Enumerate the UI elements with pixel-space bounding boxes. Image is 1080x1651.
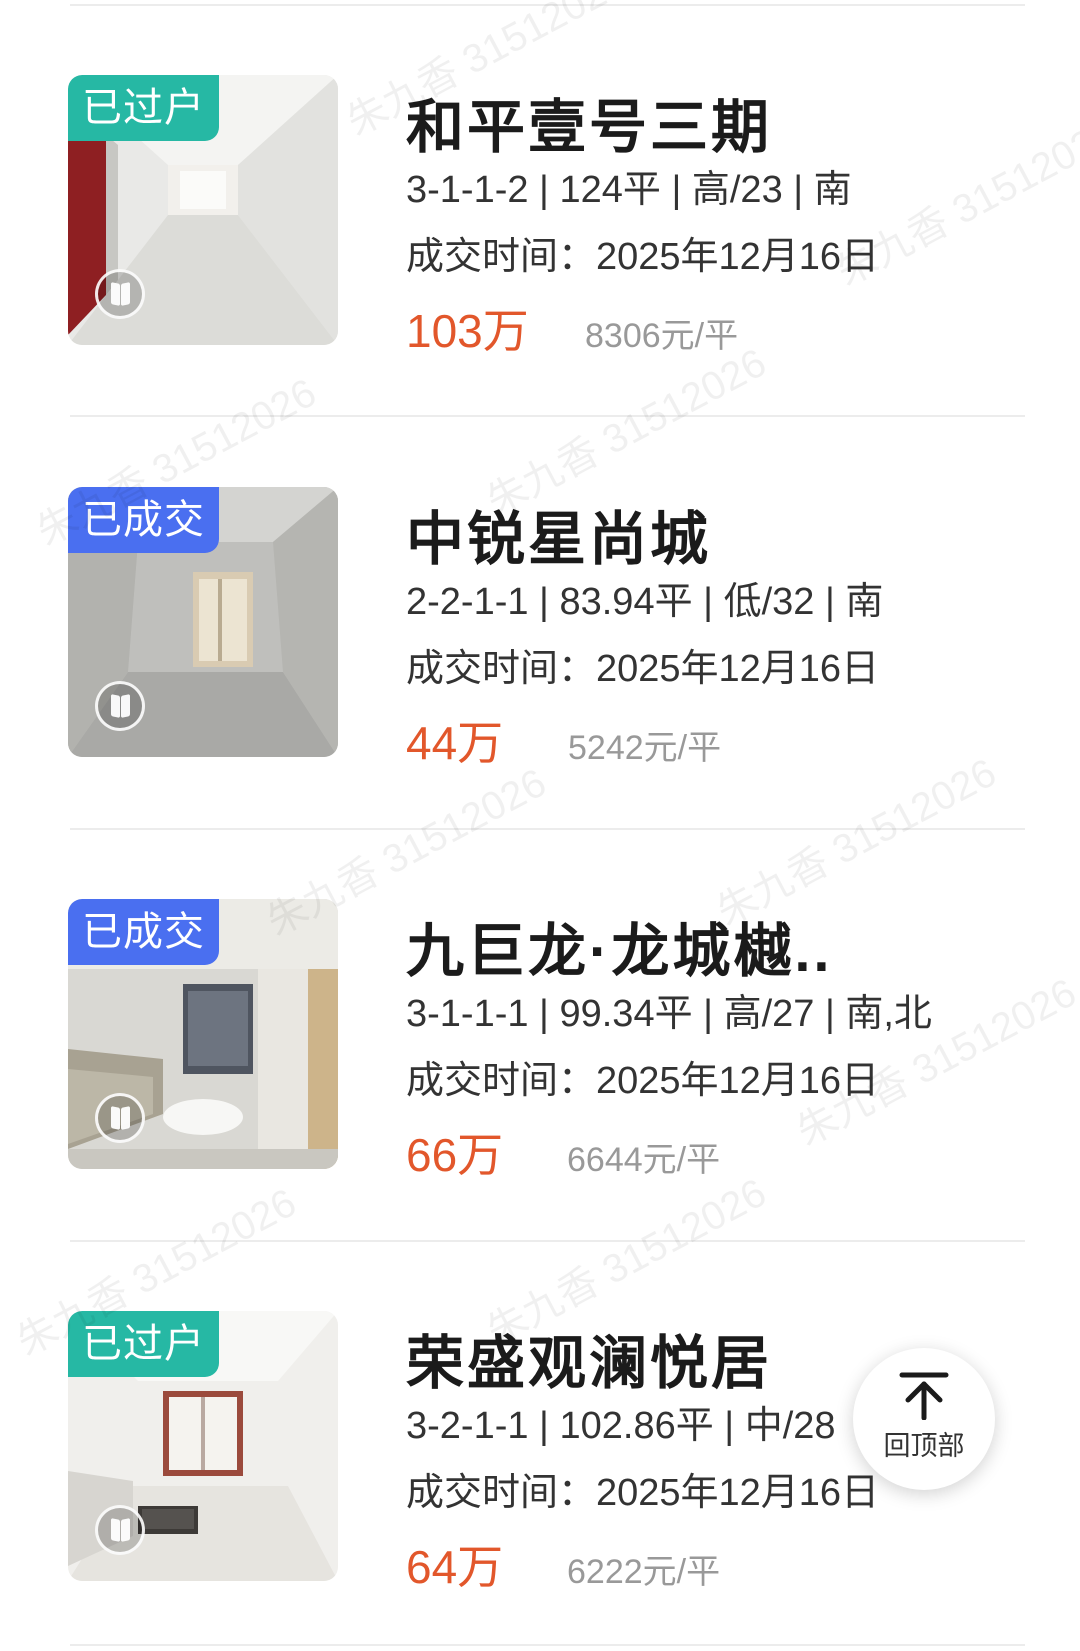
divider — [70, 1240, 1025, 1242]
unit-price: 8306元/平 — [585, 317, 739, 355]
divider — [70, 415, 1025, 417]
listing-photo[interactable]: 已过户 — [68, 1311, 338, 1581]
listing-specs: 3-1-1-2 | 124平 | 高/23 | 南 — [406, 169, 852, 211]
divider — [70, 1644, 1025, 1646]
back-to-top-button[interactable]: 回顶部 — [853, 1348, 995, 1490]
total-price: 66万 — [406, 1129, 504, 1181]
status-tag: 已过户 — [68, 75, 219, 141]
community-name: 中锐星尚城 — [406, 507, 712, 572]
listing-photo[interactable]: 已过户 — [68, 75, 338, 345]
total-price: 44万 — [406, 717, 504, 769]
deal-date: 成交时间：2025年12月16日 — [406, 1472, 880, 1514]
listing-specs: 3-2-1-1 | 102.86平 | 中/28 — [406, 1405, 836, 1447]
community-name: 九巨龙·龙城樾.. — [406, 919, 833, 984]
listing-specs: 2-2-1-1 | 83.94平 | 低/32 | 南 — [406, 581, 884, 623]
unit-price: 6222元/平 — [567, 1553, 721, 1591]
community-name: 和平壹号三期 — [406, 95, 773, 160]
listing-card[interactable]: 已成交 九巨龙·龙城樾.. 3-1-1-1 | 99.34平 | 高/27 | … — [0, 832, 1080, 1222]
status-tag: 已成交 — [68, 899, 219, 965]
deal-date: 成交时间：2025年12月16日 — [406, 1060, 880, 1102]
listing-photo[interactable]: 已成交 — [68, 487, 338, 757]
arrow-up-icon — [899, 1372, 949, 1420]
unit-price: 6644元/平 — [567, 1141, 721, 1179]
vr-tour-icon[interactable] — [95, 681, 145, 731]
community-name: 荣盛观澜悦居 — [406, 1331, 773, 1396]
vr-tour-icon[interactable] — [95, 269, 145, 319]
listing-specs: 3-1-1-1 | 99.34平 | 高/27 | 南,北 — [406, 993, 932, 1035]
unit-price: 5242元/平 — [568, 729, 722, 767]
deal-date: 成交时间：2025年12月16日 — [406, 648, 880, 690]
listing-card[interactable]: 已过户 和平壹号三期 3-1-1-2 | 124平 | 高/23 | 南 成交时… — [0, 8, 1080, 398]
listing-card[interactable]: 已成交 中锐星尚城 2-2-1-1 | 83.94平 | 低/32 | 南 成交… — [0, 420, 1080, 810]
vr-tour-icon[interactable] — [95, 1505, 145, 1555]
listing-photo[interactable]: 已成交 — [68, 899, 338, 1169]
back-to-top-label: 回顶部 — [883, 1431, 965, 1461]
status-tag: 已过户 — [68, 1311, 219, 1377]
total-price: 64万 — [406, 1541, 504, 1593]
divider — [70, 4, 1025, 6]
status-tag: 已成交 — [68, 487, 219, 553]
vr-tour-icon[interactable] — [95, 1093, 145, 1143]
total-price: 103万 — [406, 305, 529, 357]
deal-date: 成交时间：2025年12月16日 — [406, 236, 880, 278]
divider — [70, 828, 1025, 830]
